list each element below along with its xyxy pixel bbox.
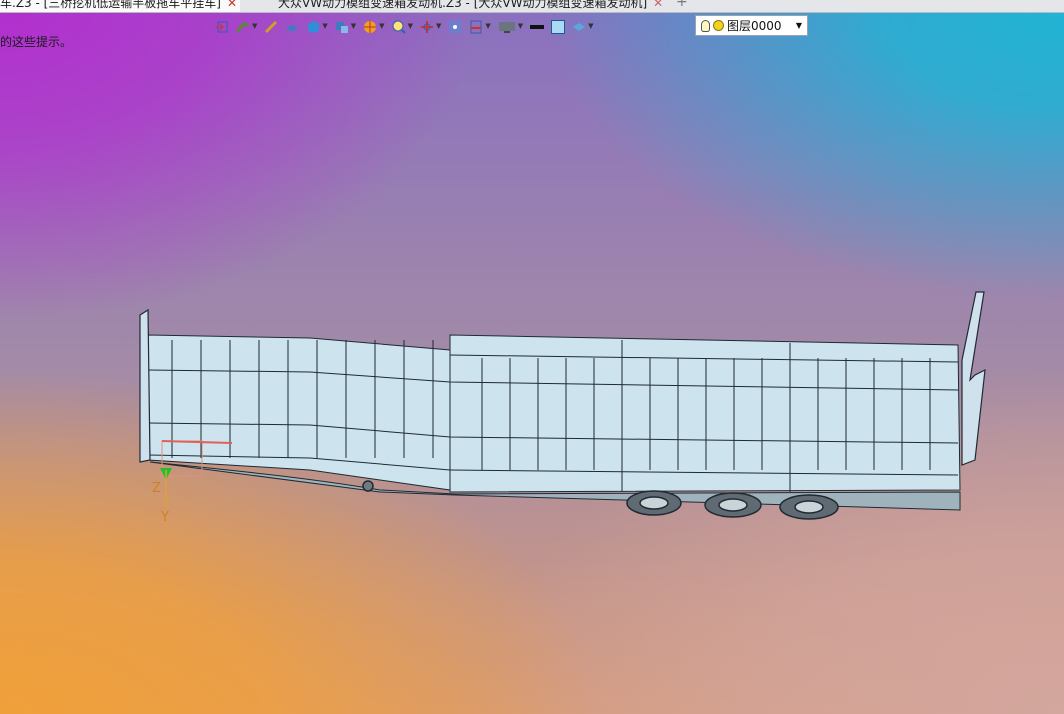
plane-icon <box>285 19 299 33</box>
chevron-down-icon: ▼ <box>252 22 258 30</box>
layer-select[interactable]: 图层0000 ▼ <box>695 15 808 36</box>
combine-icon <box>335 19 349 33</box>
render-icon <box>363 19 377 33</box>
exit-button[interactable] <box>213 15 231 37</box>
layer-icon <box>572 19 586 33</box>
snap-button[interactable] <box>446 15 464 37</box>
zoom-button[interactable]: ▼ <box>390 15 415 37</box>
trailer-model[interactable]: Z Y <box>0 0 1064 714</box>
fill-color-icon <box>551 19 566 34</box>
sweep-button[interactable]: ▼ <box>234 15 259 37</box>
chevron-down-icon: ▼ <box>485 22 491 30</box>
box-icon <box>306 19 320 33</box>
chevron-down-icon: ▼ <box>379 22 385 30</box>
tab-label: 大众VW动力模组变速箱发动机.Z3 - [大众VW动力模组变速箱发动机] <box>278 0 648 10</box>
tab-engine[interactable]: 大众VW动力模组变速箱发动机.Z3 - [大众VW动力模组变速箱发动机] ✕ <box>278 0 668 12</box>
chevron-down-icon[interactable]: ▼ <box>796 21 802 30</box>
render-button[interactable]: ▼ <box>361 15 386 37</box>
rear-ramp <box>961 291 986 466</box>
tab-trailer[interactable]: 车.Z3 - [三桥挖机低运输半板拖车平挂车] ✕ <box>0 0 240 12</box>
chevron-down-icon: ▼ <box>435 22 442 30</box>
axis-y-label: Y <box>160 510 169 525</box>
pen-icon <box>264 19 278 34</box>
chevron-down-icon: ▼ <box>407 22 413 30</box>
front-post <box>139 308 151 463</box>
combine-button[interactable]: ▼ <box>333 15 358 37</box>
view-toolbar: ▼ ▼ ▼ ▼ ▼ ▼ ▼ ▼ ▼ <box>213 14 596 38</box>
plane-button[interactable] <box>283 15 301 37</box>
fill-color-button[interactable] <box>549 15 567 37</box>
zoom-icon <box>392 19 406 34</box>
box-button[interactable]: ▼ <box>304 15 329 37</box>
snap-icon <box>448 19 462 33</box>
chevron-down-icon: ▼ <box>322 22 328 30</box>
add-tab-icon[interactable]: + <box>676 0 688 10</box>
display-button[interactable]: ▼ <box>496 15 525 37</box>
layer-color-icon <box>713 20 724 31</box>
exit-icon <box>215 19 229 33</box>
section-button[interactable]: ▼ <box>467 15 492 37</box>
pen-button[interactable] <box>262 15 280 37</box>
section-icon <box>469 19 483 34</box>
chevron-down-icon: ▼ <box>350 22 357 30</box>
axis-icon <box>420 19 434 33</box>
close-icon[interactable]: ✕ <box>227 0 237 10</box>
axis-z-label: Z <box>152 481 161 496</box>
close-icon[interactable]: ✕ <box>653 0 663 10</box>
line-color-button[interactable] <box>528 15 546 37</box>
chevron-down-icon: ▼ <box>517 22 524 30</box>
line-color-icon <box>530 19 545 33</box>
layer-visibility-button[interactable]: ▼ <box>570 15 595 37</box>
document-tab-bar: 车.Z3 - [三桥挖机低运输半板拖车平挂车] ✕ 大众VW动力模组变速箱发动机.… <box>0 0 1064 13</box>
lightbulb-icon[interactable] <box>701 19 710 32</box>
axis-button[interactable]: ▼ <box>418 15 443 37</box>
display-icon <box>498 19 516 33</box>
hint-text: 的这些提示。 <box>0 35 73 49</box>
tab-label: 车.Z3 - [三桥挖机低运输半板拖车平挂车] <box>0 0 221 10</box>
sweep-icon <box>236 19 250 33</box>
chevron-down-icon: ▼ <box>588 22 594 30</box>
layer-name: 图层0000 <box>727 19 782 33</box>
